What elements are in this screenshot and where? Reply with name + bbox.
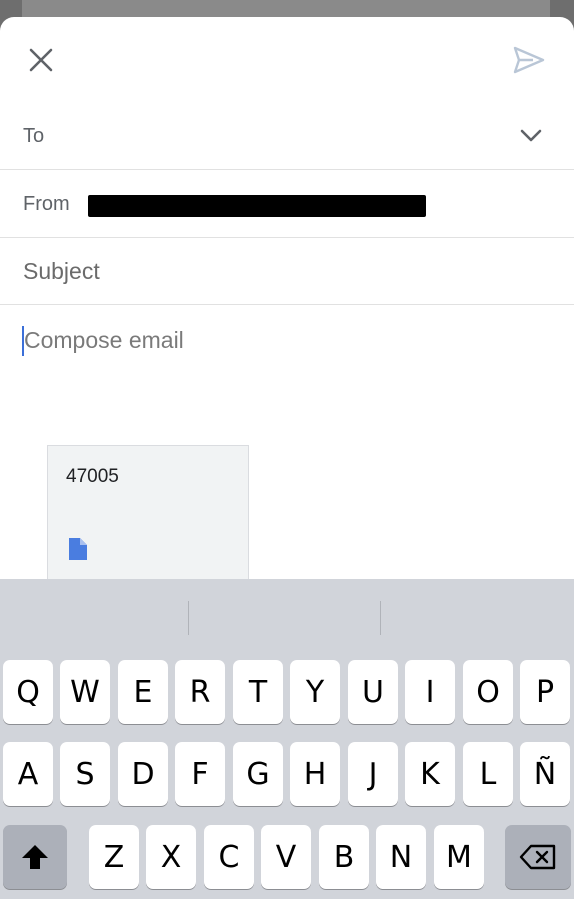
close-icon (29, 48, 53, 72)
key-s[interactable]: S (60, 742, 110, 806)
key-c[interactable]: C (204, 825, 254, 889)
from-label: From (23, 193, 70, 215)
redacted-sender-address (88, 195, 426, 217)
key-k[interactable]: K (405, 742, 455, 806)
backspace-icon (519, 844, 556, 870)
key-l[interactable]: L (463, 742, 513, 806)
chevron-down-icon (520, 129, 542, 142)
key-e[interactable]: E (118, 660, 168, 724)
key-b[interactable]: B (319, 825, 369, 889)
shift-key[interactable] (3, 825, 67, 889)
to-label: To (23, 125, 45, 147)
key-z[interactable]: Z (89, 825, 139, 889)
expand-recipients-button[interactable] (516, 123, 546, 149)
send-icon (513, 46, 545, 74)
attachment-chip[interactable]: 47005 (47, 445, 249, 585)
key-j[interactable]: J (348, 742, 398, 806)
backspace-key[interactable] (505, 825, 571, 889)
send-button[interactable] (508, 41, 550, 79)
key-a[interactable]: A (3, 742, 53, 806)
key-w[interactable]: W (60, 660, 110, 724)
key-h[interactable]: H (290, 742, 340, 806)
key-m[interactable]: M (434, 825, 484, 889)
key-i[interactable]: I (405, 660, 455, 724)
key-t[interactable]: T (233, 660, 283, 724)
file-icon (69, 538, 87, 560)
key-r[interactable]: R (175, 660, 225, 724)
key-n[interactable]: N (376, 825, 426, 889)
from-field-row[interactable]: From (0, 171, 574, 238)
key-d[interactable]: D (118, 742, 168, 806)
compose-placeholder: Compose email (24, 327, 184, 353)
subject-placeholder: Subject (23, 258, 100, 284)
key-u[interactable]: U (348, 660, 398, 724)
to-field-row[interactable]: To (0, 103, 574, 170)
shift-icon (22, 845, 48, 869)
key-x[interactable]: X (146, 825, 196, 889)
key-n-tilde[interactable]: Ñ (520, 742, 570, 806)
key-p[interactable]: P (520, 660, 570, 724)
compose-toolbar (0, 17, 574, 97)
suggestion-divider (380, 601, 381, 635)
key-g[interactable]: G (233, 742, 283, 806)
key-q[interactable]: Q (3, 660, 53, 724)
close-button[interactable] (22, 41, 60, 79)
key-f[interactable]: F (175, 742, 225, 806)
attachment-name: 47005 (66, 466, 119, 487)
key-y[interactable]: Y (290, 660, 340, 724)
key-o[interactable]: O (463, 660, 513, 724)
suggestion-divider (188, 601, 189, 635)
on-screen-keyboard: Q W E R T Y U I O P A S D F G H J K L Ñ … (0, 579, 574, 899)
subject-field[interactable]: Subject (0, 238, 574, 305)
key-v[interactable]: V (261, 825, 311, 889)
